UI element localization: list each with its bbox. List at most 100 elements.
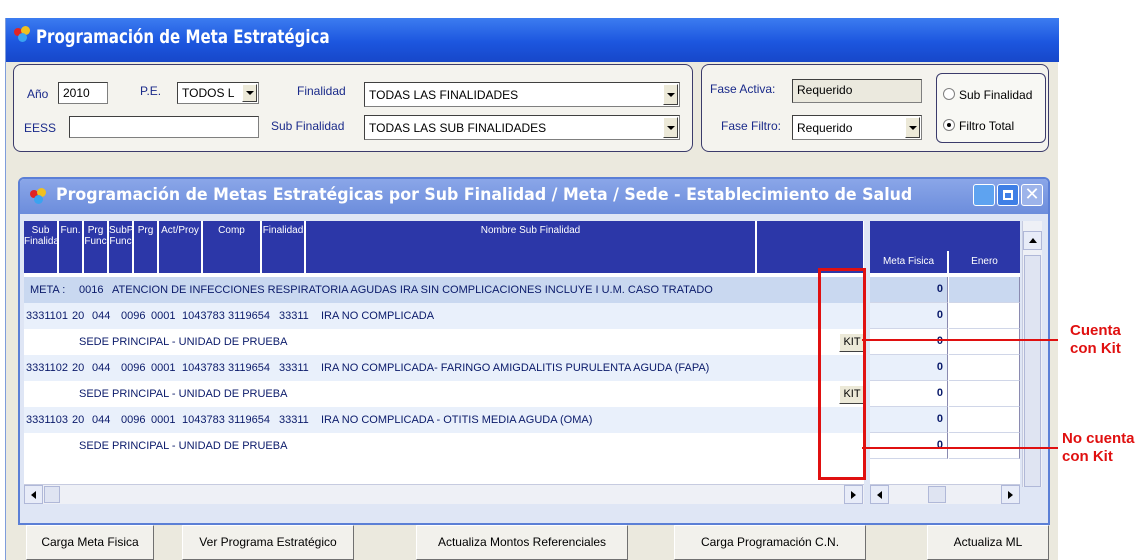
col-header-prg-func[interactable]: Prg Func: [84, 221, 108, 273]
enero-cell[interactable]: [949, 355, 1020, 381]
fase-filtro-dropdown-button[interactable]: [905, 117, 920, 138]
cell-prg: 044: [92, 362, 111, 374]
meta-code: 0016: [79, 284, 104, 296]
table-row[interactable]: 3331101 20 044 0096 0001 1043783 3119654…: [24, 303, 864, 329]
table-row[interactable]: 3331103 20 044 0096 0001 1043783 3119654…: [24, 407, 864, 433]
arrow-left-icon: [31, 490, 36, 499]
finalidad-select-value: TODAS LAS FINALIDADES: [369, 88, 519, 102]
maximize-button[interactable]: [997, 184, 1019, 206]
scroll-left-button[interactable]: [24, 485, 43, 504]
meta-fisica-cell[interactable]: 0: [870, 407, 948, 433]
chevron-down-icon: [245, 91, 254, 95]
subfinalidad-select[interactable]: TODAS LAS SUB FINALIDADES: [364, 115, 680, 140]
eess-field[interactable]: [69, 116, 259, 138]
sede-row[interactable]: SEDE PRINCIPAL - UNIDAD DE PRUEBA KIT: [24, 329, 864, 355]
arrow-right-icon: [851, 490, 856, 499]
cell-subp: 0096: [121, 362, 146, 374]
col-header-act-proy[interactable]: Act/Proy: [159, 221, 202, 273]
data-grid: Sub Finalidad Fun. Prg Func SubP Func Pr…: [24, 221, 864, 504]
radio-filtro-total-label: Filtro Total: [959, 119, 1015, 133]
vertical-scroll-thumb[interactable]: [1024, 255, 1041, 487]
cell-comp: 3119654: [228, 414, 271, 426]
horizontal-scrollbar[interactable]: [24, 484, 864, 504]
cell-name: IRA NO COMPLICADA- FARINGO AMIGDALITIS P…: [321, 362, 710, 374]
close-button[interactable]: ✕: [1021, 184, 1043, 206]
scroll-thumb[interactable]: [928, 486, 946, 503]
cell-sub: 3331103: [26, 414, 69, 426]
maximize-icon: [1003, 190, 1013, 200]
pe-select-value: TODOS L: [182, 86, 235, 100]
cell-act: 1043783: [182, 362, 225, 374]
carga-meta-fisica-button[interactable]: Carga Meta Fisica: [26, 525, 154, 560]
fase-activa-field: Requerido: [792, 79, 922, 103]
fase-filtro-label: Fase Filtro:: [721, 119, 782, 133]
finalidad-select[interactable]: TODAS LAS FINALIDADES: [364, 82, 680, 107]
col-header-subp-func[interactable]: SubP Func: [109, 221, 133, 273]
col-header-sub-finalidad[interactable]: Sub Finalidad: [24, 221, 65, 273]
enero-cell[interactable]: [949, 407, 1020, 433]
pe-label: P.E.: [140, 84, 162, 98]
annotation-line-kit: [862, 339, 1058, 341]
finalidad-dropdown-button[interactable]: [663, 84, 678, 105]
chevron-down-icon: [666, 125, 675, 130]
ver-programa-estrategico-button[interactable]: Ver Programa Estratégico: [182, 525, 354, 560]
col-header-prg[interactable]: Prg: [134, 221, 158, 273]
scroll-thumb[interactable]: [44, 486, 60, 503]
window-title: Programación de Meta Estratégica: [36, 26, 330, 48]
pe-dropdown-button[interactable]: [242, 84, 257, 102]
arrow-right-icon: [1008, 490, 1013, 499]
enero-cell[interactable]: [949, 303, 1020, 329]
cell-act: 1043783: [182, 310, 225, 322]
meta-fisica-cell[interactable]: 0: [870, 381, 948, 407]
scroll-up-button[interactable]: [1023, 231, 1042, 250]
cell-sede: SEDE PRINCIPAL - UNIDAD DE PRUEBA: [79, 388, 288, 400]
sede-row[interactable]: SEDE PRINCIPAL - UNIDAD DE PRUEBA KIT: [24, 381, 864, 407]
cell-prg2: 0001: [151, 362, 176, 374]
col-header-fun[interactable]: Fun.: [59, 221, 83, 273]
cell-prg: 044: [92, 414, 111, 426]
meta-fisica-cell[interactable]: 0: [870, 303, 948, 329]
radio-filtro-total[interactable]: [943, 119, 955, 131]
meta-row[interactable]: META : 0016 ATENCION DE INFECCIONES RESP…: [24, 277, 864, 303]
subfinalidad-label: Sub Finalidad: [271, 119, 345, 133]
col-header-meta-fisica[interactable]: Meta Fisica: [870, 251, 948, 273]
pe-select[interactable]: TODOS L: [177, 82, 259, 104]
carga-programacion-cn-button[interactable]: Carga Programación C.N.: [674, 525, 866, 560]
window-titlebar: Programación de Meta Estratégica: [6, 18, 1059, 62]
anio-field[interactable]: 2010: [58, 82, 108, 104]
radio-group: Sub Finalidad Filtro Total: [936, 73, 1046, 143]
actualiza-montos-referenciales-button[interactable]: Actualiza Montos Referenciales: [416, 525, 628, 560]
meta-fisica-cell[interactable]: 0: [870, 355, 948, 381]
col-header-nombre-sub-finalidad[interactable]: Nombre Sub Finalidad: [306, 221, 756, 273]
enero-cell[interactable]: [949, 433, 1020, 459]
meta-fisica-cell[interactable]: 0: [870, 277, 948, 303]
scroll-right-button[interactable]: [844, 485, 863, 504]
child-window-title: Programación de Metas Estratégicas por S…: [56, 185, 913, 205]
enero-cell[interactable]: [949, 329, 1020, 355]
actualiza-ml-button[interactable]: Actualiza ML: [927, 525, 1049, 560]
minimize-button[interactable]: [973, 184, 995, 206]
table-row[interactable]: 3331102 20 044 0096 0001 1043783 3119654…: [24, 355, 864, 381]
meta-fisica-cell[interactable]: 0: [870, 329, 948, 355]
fase-filtro-select[interactable]: Requerido: [792, 115, 922, 140]
right-horizontal-scrollbar[interactable]: [870, 484, 1020, 504]
scroll-right-button[interactable]: [1001, 485, 1020, 504]
radio-sub-finalidad[interactable]: [943, 88, 955, 100]
cell-fun: 20: [72, 310, 85, 322]
enero-cell[interactable]: [949, 277, 1020, 303]
cell-comp: 3119654: [228, 310, 271, 322]
col-header-comp[interactable]: Comp: [203, 221, 261, 273]
filter-group-main: Año 2010 P.E. TODOS L Finalidad TODAS LA…: [13, 64, 693, 152]
cell-sede: SEDE PRINCIPAL - UNIDAD DE PRUEBA: [79, 336, 288, 348]
col-header-finalidad[interactable]: Finalidad: [262, 221, 305, 273]
enero-cell[interactable]: [949, 381, 1020, 407]
scroll-left-button[interactable]: [870, 485, 889, 504]
meta-fisica-cell[interactable]: 0: [870, 433, 948, 459]
col-header-enero[interactable]: Enero: [949, 251, 1020, 273]
right-header-top: [870, 221, 1020, 251]
sede-row[interactable]: SEDE PRINCIPAL - UNIDAD DE PRUEBA: [24, 433, 864, 459]
arrow-left-icon: [877, 490, 882, 499]
subfinalidad-dropdown-button[interactable]: [663, 117, 678, 138]
cell-fin: 33311: [279, 362, 309, 374]
chevron-down-icon: [666, 92, 675, 97]
